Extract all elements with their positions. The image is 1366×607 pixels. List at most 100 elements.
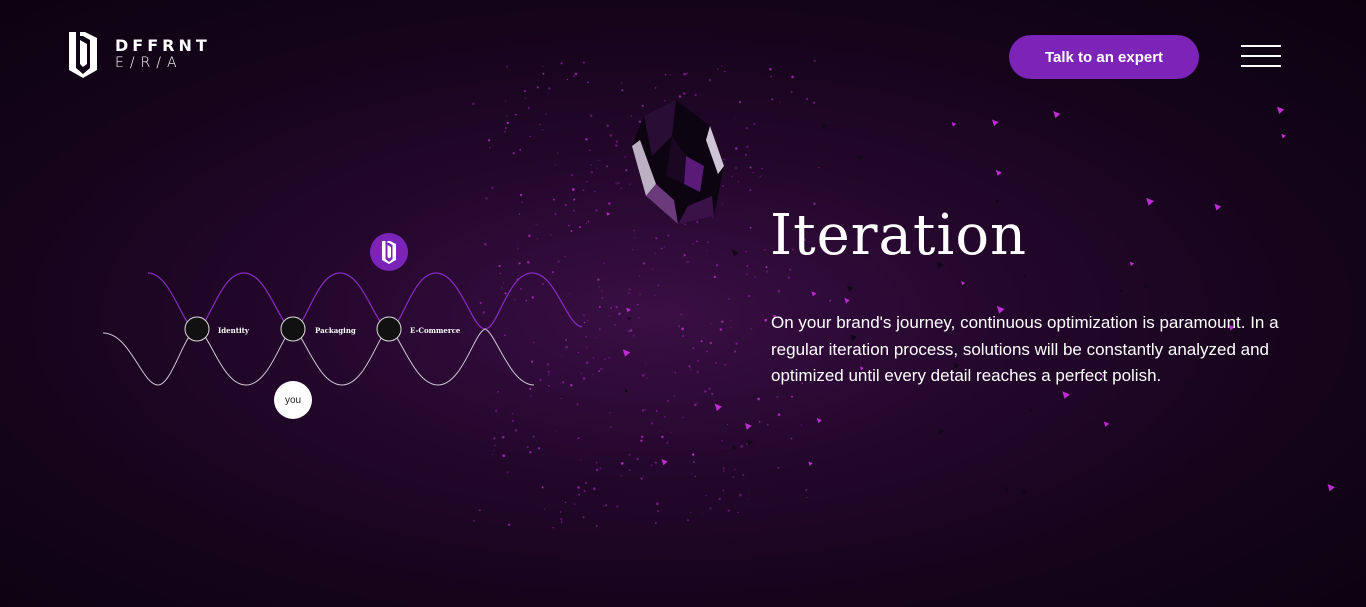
dust-particle bbox=[521, 201, 523, 204]
dust-particle bbox=[529, 135, 531, 138]
shard-particle bbox=[1119, 288, 1124, 293]
dust-particle bbox=[665, 74, 667, 76]
dust-particle bbox=[688, 365, 691, 368]
dust-particle bbox=[628, 288, 631, 290]
dust-particle bbox=[577, 486, 580, 489]
dust-particle bbox=[644, 362, 647, 365]
dust-particle bbox=[710, 323, 712, 324]
dust-particle bbox=[598, 305, 601, 308]
dust-particle bbox=[640, 439, 643, 442]
dust-particle bbox=[693, 461, 695, 463]
dust-particle bbox=[473, 519, 475, 522]
dust-particle bbox=[657, 284, 660, 287]
shard-particle bbox=[1029, 408, 1033, 413]
dust-particle bbox=[766, 423, 769, 426]
shard-particle bbox=[995, 170, 1002, 176]
dust-particle bbox=[542, 72, 545, 75]
dust-particle bbox=[641, 374, 645, 377]
dust-particle bbox=[554, 430, 557, 433]
dust-particle bbox=[690, 369, 692, 371]
dust-particle bbox=[656, 502, 659, 506]
dust-particle bbox=[506, 471, 509, 474]
shard-particle bbox=[1281, 133, 1287, 139]
dust-particle bbox=[777, 413, 781, 416]
dust-particle bbox=[758, 421, 761, 423]
dust-particle bbox=[585, 223, 588, 225]
shard-particle bbox=[1023, 274, 1027, 278]
dust-particle bbox=[523, 90, 526, 93]
shard-particle bbox=[847, 285, 854, 292]
dust-particle bbox=[537, 447, 541, 450]
dust-particle bbox=[722, 447, 724, 449]
dust-particle bbox=[663, 415, 667, 418]
dust-particle bbox=[552, 526, 554, 529]
dust-particle bbox=[693, 403, 697, 407]
dust-particle bbox=[615, 305, 618, 309]
dust-particle bbox=[737, 511, 739, 513]
dust-particle bbox=[598, 370, 601, 373]
dust-particle bbox=[492, 145, 494, 147]
dust-particle bbox=[506, 121, 509, 125]
dust-particle bbox=[708, 79, 712, 82]
dust-particle bbox=[732, 476, 735, 478]
dust-particle bbox=[602, 262, 605, 265]
dust-particle bbox=[818, 166, 820, 169]
dust-particle bbox=[666, 441, 669, 444]
dust-particle bbox=[748, 295, 750, 297]
shard-particle bbox=[821, 122, 828, 130]
dust-particle bbox=[681, 256, 684, 259]
dust-particle bbox=[651, 268, 654, 270]
dust-particle bbox=[745, 127, 749, 130]
dust-particle bbox=[638, 317, 640, 319]
talk-to-expert-button[interactable]: Talk to an expert bbox=[1009, 35, 1199, 79]
dust-particle bbox=[519, 149, 521, 151]
dust-particle bbox=[634, 237, 636, 239]
dust-particle bbox=[493, 437, 496, 440]
dust-particle bbox=[765, 266, 768, 269]
dust-particle bbox=[752, 171, 755, 174]
dust-particle bbox=[812, 101, 816, 104]
dust-particle bbox=[539, 123, 542, 126]
dust-particle bbox=[589, 149, 591, 152]
hamburger-menu-icon[interactable] bbox=[1241, 45, 1281, 69]
dust-particle bbox=[779, 101, 781, 103]
brand-logo[interactable]: DFFRNT E/R/A bbox=[67, 30, 211, 78]
dust-particle bbox=[776, 396, 779, 399]
dust-particle bbox=[489, 146, 491, 149]
dust-particle bbox=[636, 457, 639, 461]
dust-particle bbox=[573, 198, 576, 201]
shard-particle bbox=[626, 307, 631, 313]
dust-particle bbox=[715, 362, 717, 364]
dust-particle bbox=[681, 327, 684, 331]
dust-particle bbox=[770, 98, 774, 101]
dust-particle bbox=[587, 81, 589, 84]
logo-subtitle: E/R/A bbox=[115, 55, 183, 71]
dffrnt-logo-icon bbox=[69, 32, 97, 78]
dust-particle bbox=[607, 202, 611, 205]
dust-particle bbox=[560, 521, 563, 523]
dust-particle bbox=[749, 226, 752, 229]
dust-particle bbox=[734, 350, 737, 353]
dust-particle bbox=[557, 152, 559, 154]
dust-particle bbox=[721, 439, 724, 442]
dust-particle bbox=[800, 424, 803, 426]
dust-particle bbox=[764, 318, 768, 322]
dust-particle bbox=[759, 175, 762, 178]
dust-particle bbox=[559, 517, 563, 521]
shard-particle bbox=[857, 154, 864, 161]
dust-particle bbox=[735, 147, 738, 150]
dust-particle bbox=[686, 519, 690, 522]
shard-particle bbox=[1062, 391, 1070, 399]
dust-particle bbox=[708, 387, 711, 390]
dust-particle bbox=[491, 186, 494, 190]
shard-particle bbox=[1129, 261, 1135, 266]
dust-particle bbox=[722, 470, 725, 472]
dust-particle bbox=[491, 453, 494, 455]
dust-particle bbox=[597, 278, 600, 281]
dust-particle bbox=[505, 65, 509, 68]
dust-particle bbox=[582, 189, 585, 192]
dust-particle bbox=[744, 153, 748, 156]
dust-particle bbox=[734, 117, 736, 120]
dust-particle bbox=[722, 467, 725, 469]
shard-particle bbox=[1327, 483, 1335, 492]
